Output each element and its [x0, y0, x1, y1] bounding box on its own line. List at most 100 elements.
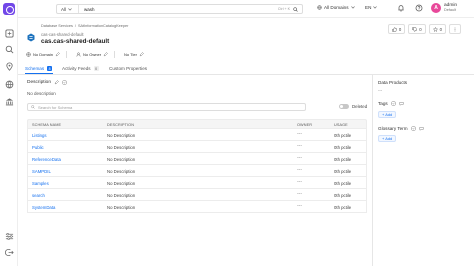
domain-label: All Domains: [324, 5, 349, 10]
task-icon[interactable]: [391, 101, 396, 106]
owner-value: No Owner: [83, 52, 102, 57]
search-placeholder: Search for Schema: [38, 104, 73, 110]
active-tab-indicator: [25, 73, 53, 74]
request-icon[interactable]: [399, 101, 404, 106]
table-header: SCHEMA NAME DESCRIPTION OWNER USAGE: [27, 119, 367, 129]
bell-icon[interactable]: [397, 4, 405, 12]
search-nav-icon[interactable]: [4, 44, 14, 54]
table-row: Public No Description --- 0th pctile: [27, 141, 367, 153]
schema-usage: 0th pctile: [334, 144, 352, 150]
settings-icon[interactable]: [4, 231, 14, 241]
data-products-value: ---: [378, 88, 383, 93]
glossary-label: Glossary Term: [378, 126, 408, 131]
schema-owner: ---: [297, 191, 302, 197]
more-vertical-icon: [454, 27, 456, 31]
schema-link[interactable]: Samples: [32, 181, 49, 186]
domain-pill[interactable]: No Domain: [26, 51, 68, 58]
tier-pill[interactable]: No Tier: [124, 52, 144, 57]
schema-owner: ---: [297, 155, 302, 161]
schema-description: No Description: [107, 180, 136, 186]
domain-icon: [317, 5, 322, 10]
user-menu[interactable]: admin Default: [444, 3, 457, 13]
request-icon[interactable]: [419, 126, 424, 131]
language-selector[interactable]: EN: [365, 5, 378, 10]
table-row: Samples No Description --- 0th pctile: [27, 177, 367, 189]
divider: [66, 51, 68, 58]
schema-description: No Description: [107, 144, 136, 150]
schema-owner: ---: [297, 143, 302, 149]
schema-usage: 0th pctile: [334, 180, 352, 186]
breadcrumb-separator: /: [74, 24, 76, 28]
add-label: Add: [385, 136, 393, 141]
schema-owner: ---: [297, 203, 302, 209]
plus-icon: +: [382, 136, 385, 141]
schema-usage: 0th pctile: [334, 204, 352, 210]
governance-icon[interactable]: [4, 96, 14, 106]
schema-link[interactable]: search: [32, 193, 45, 198]
star-icon: [432, 26, 438, 32]
follow-button[interactable]: 0: [428, 24, 446, 34]
user-role: Default: [444, 8, 457, 12]
schema-link[interactable]: ReferenceData: [32, 157, 61, 162]
logout-icon[interactable]: [4, 247, 14, 257]
avatar[interactable]: A: [431, 3, 441, 13]
owner-pill[interactable]: No Owner: [76, 51, 116, 58]
description-label: Description: [27, 80, 51, 85]
global-search[interactable]: All wash Ctrl + K: [56, 4, 303, 14]
language-label: EN: [365, 5, 372, 10]
schema-link[interactable]: Public: [32, 145, 44, 150]
edit-icon[interactable]: [139, 52, 144, 57]
glossary-header: Glossary Term: [378, 126, 424, 131]
tab-bar: Schemas 8 Activity Feeds 0 Custom Proper…: [18, 63, 474, 75]
upvote-count: 0: [398, 26, 402, 32]
breadcrumb: Database Services / SAtInformationCatalo…: [41, 24, 128, 28]
schema-link[interactable]: SAMPDIL: [32, 169, 51, 174]
domain-selector[interactable]: All Domains: [317, 5, 355, 10]
schema-owner: ---: [297, 167, 302, 173]
task-icon[interactable]: [411, 126, 416, 131]
tab-count-badge: 8: [47, 66, 53, 71]
edit-icon[interactable]: [54, 80, 59, 85]
panel-divider: [372, 75, 373, 266]
edit-icon[interactable]: [55, 52, 60, 57]
tab-activity-feeds[interactable]: Activity Feeds 0: [62, 66, 99, 71]
top-bar: All wash Ctrl + K All Domains EN A admin…: [18, 0, 474, 18]
edit-icon[interactable]: [103, 52, 108, 57]
tags-label: Tags: [378, 101, 388, 106]
globe-icon[interactable]: [4, 79, 14, 89]
schema-search-input[interactable]: Search for Schema: [27, 103, 306, 111]
schema-usage: 0th pctile: [334, 168, 352, 174]
schema-link[interactable]: Listings: [32, 133, 47, 138]
breadcrumb-item[interactable]: Database Services: [41, 24, 73, 28]
add-tag-button[interactable]: + Add: [378, 111, 397, 118]
tab-label: Custom Properties: [109, 66, 148, 71]
upvote-button[interactable]: 0: [387, 24, 406, 34]
search-icon[interactable]: [293, 6, 298, 12]
help-icon[interactable]: [415, 4, 423, 12]
tab-schemas[interactable]: Schemas 8: [25, 66, 53, 71]
schema-link[interactable]: SystemData: [32, 205, 55, 210]
page-title: cas.cas-shared-default: [41, 38, 110, 45]
description-header: Description: [27, 80, 67, 85]
location-pin-icon[interactable]: [4, 61, 14, 71]
downvote-button[interactable]: 0: [408, 24, 426, 34]
add-label: Add: [385, 112, 393, 117]
table-row: search No Description --- 0th pctile: [27, 189, 367, 201]
table-row: SystemData No Description --- 0th pctile: [27, 201, 367, 213]
explore-icon[interactable]: [4, 28, 14, 38]
task-icon[interactable]: [62, 80, 67, 85]
breadcrumb-item[interactable]: SAtInformationCatalogKeeper: [78, 24, 128, 28]
more-actions-button[interactable]: [449, 24, 461, 34]
app-logo[interactable]: [3, 3, 15, 15]
entity-actions: 0 0 0: [387, 24, 461, 34]
data-products-header: Data Products: [378, 80, 407, 85]
search-input[interactable]: wash: [79, 7, 278, 12]
search-scope-select[interactable]: All: [57, 5, 79, 13]
add-glossary-button[interactable]: + Add: [378, 135, 397, 142]
schema-usage: 0th pctile: [334, 132, 352, 138]
tab-custom-properties[interactable]: Custom Properties: [109, 66, 147, 71]
service-name: cas-cas-shared-default: [41, 32, 84, 37]
search-icon: [31, 105, 35, 109]
deleted-toggle[interactable]: [339, 104, 349, 109]
deleted-label: Deleted: [352, 104, 368, 109]
